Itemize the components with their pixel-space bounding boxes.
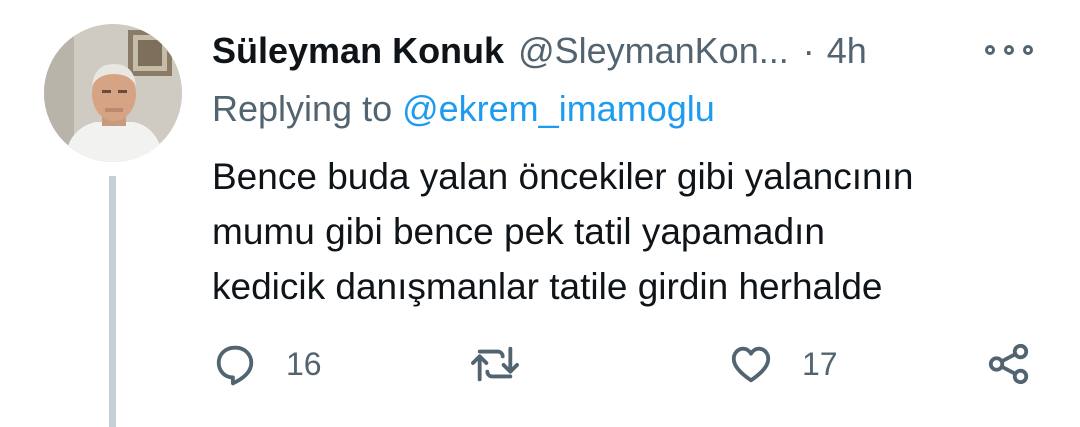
retweet-icon [471, 346, 519, 382]
separator-dot: · [802, 30, 815, 71]
replying-prefix: Replying to [212, 88, 403, 129]
more-icon [985, 45, 995, 55]
timestamp[interactable]: 4h [827, 30, 867, 72]
replying-to: Replying to @ekrem_imamoglu [212, 88, 715, 130]
retweet-button[interactable] [470, 336, 548, 392]
more-icon [1004, 45, 1014, 55]
reply-button[interactable]: 16 [212, 336, 322, 392]
tweet-text: Bence buda yalan öncekiler gibi yalancın… [212, 149, 1052, 314]
share-button[interactable] [986, 336, 1032, 392]
action-bar: 16 17 [0, 336, 1080, 392]
user-handle[interactable]: @SleymanKon... [518, 30, 789, 72]
reply-icon [216, 345, 254, 386]
like-button[interactable]: 17 [728, 336, 838, 392]
reply-count: 16 [286, 345, 322, 382]
tweet-header: Süleyman Konuk @SleymanKon... · 4h [212, 26, 867, 76]
heart-icon [731, 346, 771, 383]
tweet[interactable]: Süleyman Konuk @SleymanKon... · 4h Reply… [0, 0, 1080, 427]
tweet-text-line: Bence buda yalan öncekiler gibi yalancın… [212, 156, 914, 197]
display-name[interactable]: Süleyman Konuk [212, 30, 504, 72]
tweet-text-line: mumu gibi bence pek tatil yapamadın [212, 211, 825, 252]
mention-link[interactable]: @ekrem_imamoglu [402, 88, 715, 129]
share-icon [988, 343, 1029, 385]
more-options-button[interactable] [985, 36, 1033, 64]
more-icon [1023, 45, 1033, 55]
tweet-text-line: kedicik danışmanlar tatile girdin herhal… [212, 266, 883, 307]
avatar[interactable] [44, 24, 182, 162]
like-count: 17 [802, 345, 838, 382]
